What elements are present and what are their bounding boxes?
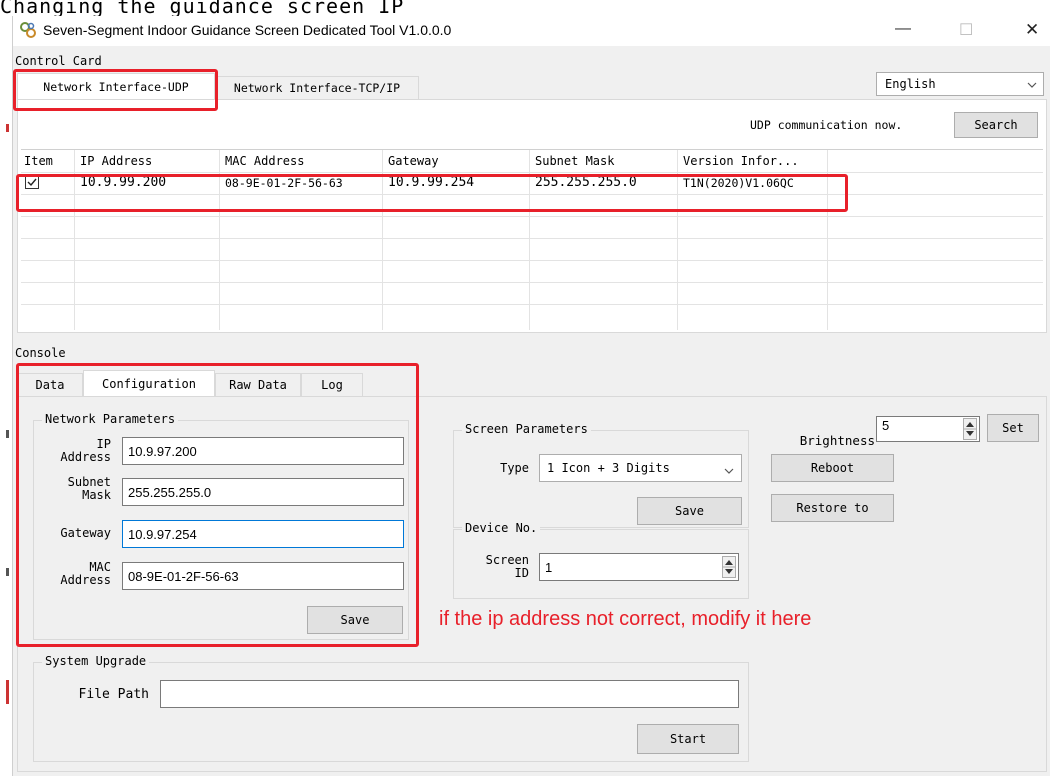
- chevron-down-icon: [1027, 78, 1037, 88]
- cell-subnet: 255.255.255.0: [535, 175, 637, 190]
- screen-id-stepper[interactable]: 1: [539, 553, 739, 581]
- upgrade-start-button[interactable]: Start: [637, 724, 739, 754]
- left-edge-marks: [0, 0, 12, 776]
- column-header-mac[interactable]: MAC Address: [219, 150, 304, 172]
- status-text: UDP communication now.: [750, 118, 903, 132]
- type-select[interactable]: 1 Icon + 3 Digits: [539, 454, 742, 482]
- table-row[interactable]: 10.9.99.200 08-9E-01-2F-56-63 10.9.99.25…: [21, 172, 1043, 194]
- brightness-set-button[interactable]: Set: [987, 414, 1039, 442]
- gear-cluster-icon: [19, 21, 37, 39]
- restore-button[interactable]: Restore to: [771, 494, 894, 522]
- cell-mac: 08-9E-01-2F-56-63: [225, 176, 343, 190]
- screen-parameters-label: Screen Parameters: [462, 422, 591, 436]
- cell-gateway: 10.9.99.254: [388, 175, 475, 190]
- column-header-ip[interactable]: IP Address: [74, 150, 152, 172]
- column-header-item[interactable]: Item: [21, 150, 53, 172]
- annotation-text: if the ip address not correct, modify it…: [439, 608, 812, 630]
- tab-raw-data[interactable]: Raw Data: [215, 373, 301, 396]
- tab-network-tcp[interactable]: Network Interface-TCP/IP: [215, 76, 419, 99]
- spin-arrows-icon: [964, 422, 976, 436]
- mac-address-field[interactable]: 08-9E-01-2F-56-63: [122, 562, 404, 590]
- tab-configuration[interactable]: Configuration: [83, 370, 215, 396]
- brightness-value: 5: [882, 418, 890, 433]
- ip-address-field[interactable]: 10.9.97.200: [122, 437, 404, 465]
- screen-save-button[interactable]: Save: [637, 497, 742, 525]
- gateway-label: Gateway: [60, 526, 111, 540]
- column-header-version[interactable]: Version Infor...: [677, 150, 799, 172]
- chevron-down-icon: [724, 464, 734, 474]
- brightness-spin-buttons[interactable]: [963, 418, 977, 440]
- file-path-label: File Path: [78, 687, 149, 702]
- row-checkbox[interactable]: [25, 175, 39, 189]
- file-path-field[interactable]: [160, 680, 739, 708]
- console-label: Console: [15, 346, 66, 360]
- brightness-stepper[interactable]: 5: [876, 416, 980, 442]
- screen-id-spin-buttons[interactable]: [722, 556, 736, 578]
- network-parameters-label: Network Parameters: [42, 412, 179, 426]
- column-header-gateway[interactable]: Gateway: [382, 150, 439, 172]
- language-select[interactable]: English: [876, 72, 1044, 96]
- type-label: Type: [500, 461, 529, 475]
- screen-id-label: Screen ID: [485, 553, 529, 580]
- cell-ip: 10.9.99.200: [80, 175, 167, 190]
- device-number-label: Device No.: [462, 521, 541, 535]
- close-button[interactable]: ✕: [1025, 20, 1039, 40]
- subnet-mask-field[interactable]: 255.255.255.0: [122, 478, 404, 506]
- spin-arrows-icon: [723, 560, 735, 574]
- search-button[interactable]: Search: [954, 112, 1038, 138]
- language-value: English: [885, 77, 936, 91]
- tab-log[interactable]: Log: [301, 373, 363, 396]
- type-value: 1 Icon + 3 Digits: [547, 461, 670, 475]
- subnet-mask-label: Subnet Mask: [67, 475, 111, 502]
- tab-network-udp[interactable]: Network Interface-UDP: [17, 73, 215, 99]
- tab-data[interactable]: Data: [17, 373, 83, 396]
- ip-address-label: IP Address: [60, 437, 111, 464]
- device-table: Item IP Address MAC Address Gateway Subn…: [21, 149, 1043, 330]
- minimize-button[interactable]: —: [895, 20, 911, 38]
- check-icon: [27, 178, 37, 187]
- brightness-label: Brightness: [799, 433, 875, 448]
- reboot-button[interactable]: Reboot: [771, 454, 894, 482]
- window-title: Seven-Segment Indoor Guidance Screen Ded…: [43, 22, 452, 38]
- control-card-panel: UDP communication now. Search Item IP Ad…: [17, 99, 1047, 333]
- maximize-button[interactable]: ☐: [959, 20, 973, 40]
- mac-address-label: MAC Address: [60, 560, 111, 587]
- screen-id-value: 1: [545, 559, 553, 575]
- title-bar: Seven-Segment Indoor Guidance Screen Ded…: [13, 16, 1050, 46]
- gateway-field[interactable]: 10.9.97.254: [122, 520, 404, 548]
- cell-version: T1N(2020)V1.06QC: [683, 176, 794, 190]
- app-window: Seven-Segment Indoor Guidance Screen Ded…: [12, 16, 1050, 776]
- network-save-button[interactable]: Save: [307, 606, 403, 634]
- column-header-subnet[interactable]: Subnet Mask: [529, 150, 614, 172]
- system-upgrade-label: System Upgrade: [42, 654, 150, 668]
- control-card-label: Control Card: [15, 54, 102, 68]
